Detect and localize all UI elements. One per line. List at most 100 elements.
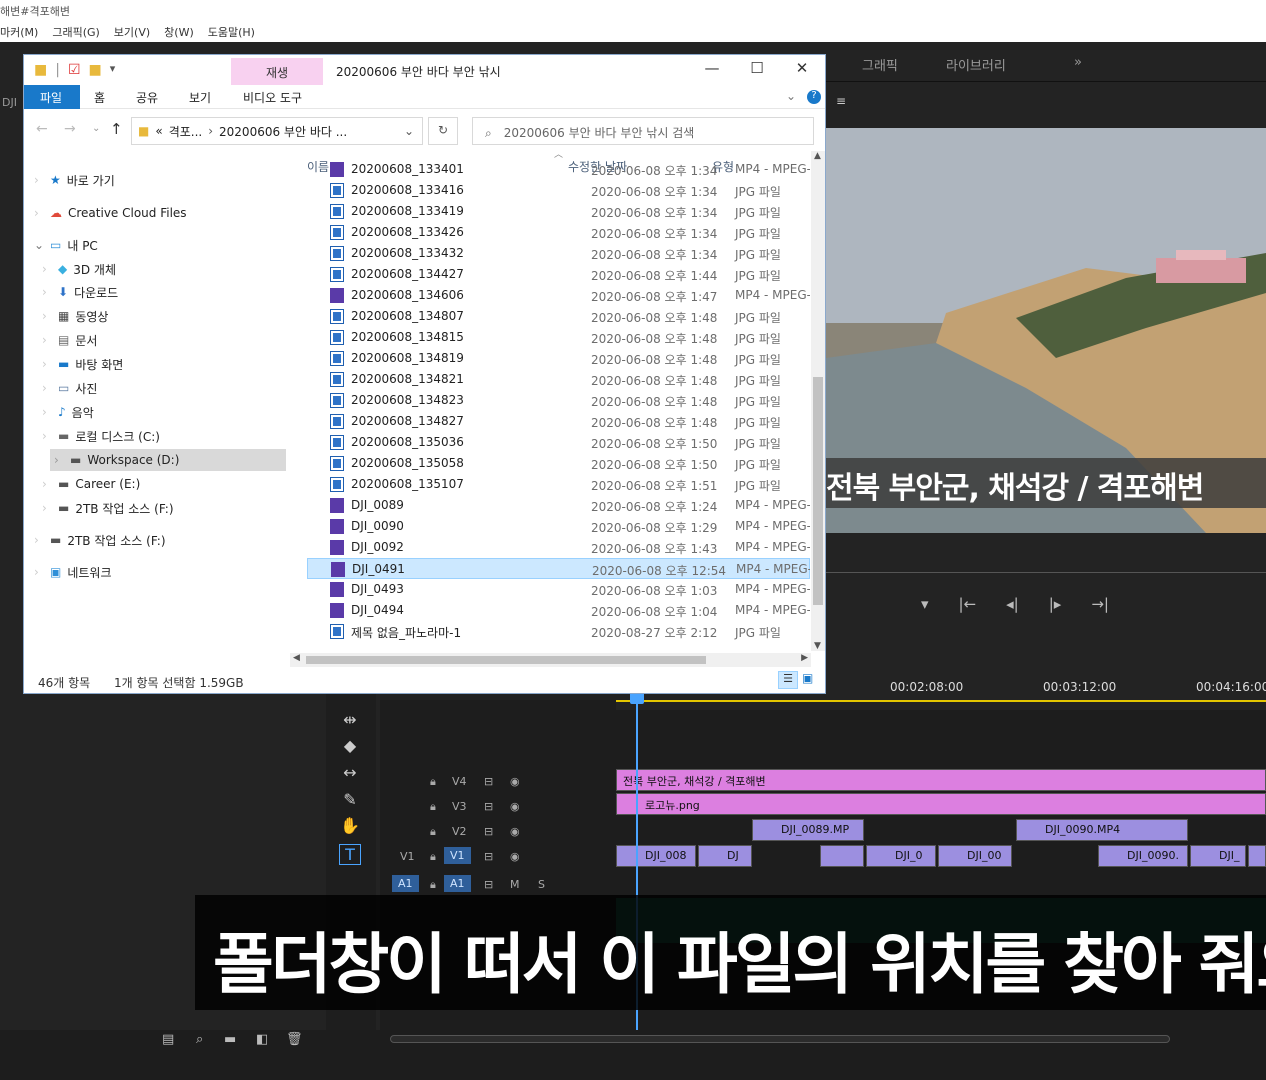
clip-v1[interactable]: DJI_0 [866,845,936,867]
track-name[interactable]: V1 [444,847,471,864]
file-row[interactable]: 20200608_134606 2020-06-08 오후 1:47 MP4 - M… [307,285,810,306]
nav-downloads[interactable]: › ⬇ 다운로드 [42,281,118,303]
menu-graphics[interactable]: 그래픽(G) [52,24,99,42]
menu-marker[interactable]: 마커(M) [0,24,38,42]
step-back-icon[interactable]: ◂| [1006,595,1019,625]
eye-icon[interactable]: ◉ [510,850,520,863]
menu-window[interactable]: 창(W) [164,24,194,42]
menu-help[interactable]: 도움말(H) [208,24,255,42]
nav-career-e[interactable]: › ▬ Career (E:) [42,473,140,495]
file-row[interactable]: DJI_0493 2020-06-08 오후 1:03 MP4 - MPEG-4 .… [307,579,810,600]
search-input[interactable]: ⌕ 20200606 부안 바다 부안 낚시 검색 [472,117,814,145]
expand-icon[interactable]: › [34,206,44,220]
expand-icon[interactable]: › [42,262,52,276]
expand-icon[interactable]: › [34,533,44,547]
refresh-icon[interactable]: ↻ [428,117,458,145]
breadcrumb-parent[interactable]: 격포... [169,123,203,140]
file-row[interactable]: DJI_0494 2020-06-08 오후 1:04 MP4 - MPEG-4 .… [307,600,810,621]
file-row[interactable]: DJI_0089 2020-06-08 오후 1:24 MP4 - MPEG-4 .… [307,495,810,516]
file-row[interactable]: 제목 없음_파노라마-1 2020-08-27 오후 2:12 JPG 파일 [307,621,810,642]
file-row[interactable]: 20200608_134821 2020-06-08 오후 1:48 JPG 파일 [307,369,810,390]
source-patch-a1[interactable]: A1 [392,875,419,892]
vertical-scroll-thumb[interactable] [813,377,823,605]
mute-icon[interactable]: M [510,878,520,891]
file-row[interactable]: 20200608_133432 2020-06-08 오후 1:34 JPG 파일 [307,243,810,264]
file-row[interactable]: 20200608_134823 2020-06-08 오후 1:48 JPG 파일 [307,390,810,411]
go-to-in-icon[interactable]: |← [959,595,977,625]
context-tab-play[interactable]: 재생 [231,58,323,85]
sync-icon[interactable]: ⊟ [484,878,493,891]
panel-menu-icon[interactable]: ≡ [836,94,846,108]
details-view-icon[interactable]: ☰ [778,671,798,689]
nav-workspace-d[interactable]: › ▬ Workspace (D:) [50,449,286,471]
hand-icon[interactable]: ✋ [339,816,361,835]
collapse-icon[interactable]: ⌄ [34,238,44,252]
more-workspaces-icon[interactable]: » [1074,55,1082,70]
tab-video-tools[interactable]: 비디오 도구 [243,89,302,106]
nav-quick-access[interactable]: › ★ 바로 가기 [34,169,115,191]
clip-v1[interactable]: DJI_00 [938,845,1012,867]
expand-icon[interactable]: › [42,429,52,443]
track-select-icon[interactable]: ⇹ [339,710,361,729]
nav-3d-objects[interactable]: › ◆ 3D 개체 [42,258,116,280]
file-row[interactable]: 20200608_134807 2020-06-08 오후 1:48 JPG 파일 [307,306,810,327]
eye-icon[interactable]: ◉ [510,800,520,813]
file-row[interactable]: 20200608_133401 2020-06-08 오후 1:34 MP4 - M… [307,159,810,180]
eye-icon[interactable]: ◉ [510,825,520,838]
clip-v1[interactable]: DJI_0090. [1098,845,1188,867]
type-tool-icon[interactable]: T [339,844,361,865]
properties-icon[interactable]: ☑ [68,62,81,78]
tab-view[interactable]: 보기 [189,89,211,106]
forward-icon[interactable]: → [64,121,76,137]
horizontal-scroll-thumb[interactable] [306,656,706,664]
horizontal-scrollbar[interactable]: ◀ ▶ [290,653,811,667]
close-icon[interactable]: ✕ [782,59,822,77]
file-row[interactable]: 20200608_133419 2020-06-08 오후 1:34 JPG 파일 [307,201,810,222]
help-icon[interactable]: ? [807,90,821,104]
file-row[interactable]: DJI_0090 2020-06-08 오후 1:29 MP4 - MPEG-4 .… [307,516,810,537]
maximize-icon[interactable]: ☐ [737,59,777,77]
eye-icon[interactable]: ◉ [510,775,520,788]
nav-desktop[interactable]: › ▬ 바탕 화면 [42,353,123,375]
list-view-icon[interactable]: ▤ [162,1032,174,1047]
scroll-up-icon[interactable]: ▲ [814,151,821,161]
vertical-scrollbar[interactable]: ▲ ▼ [811,151,825,651]
lock-icon[interactable]: 🔒︎ [430,775,436,789]
new-bin-icon[interactable]: ▬ [224,1032,236,1047]
nav-network[interactable]: › ▣ 네트워크 [34,561,112,583]
nav-documents[interactable]: › ▤ 문서 [42,329,97,351]
menu-view[interactable]: 보기(V) [114,24,150,42]
sync-icon[interactable]: ⊟ [484,800,493,813]
file-row[interactable]: 20200608_134819 2020-06-08 오후 1:48 JPG 파일 [307,348,810,369]
clip-title[interactable]: 전북 부안군, 채석강 / 격포해변 [616,769,1266,791]
clip-v1[interactable]: DJI_ [1190,845,1246,867]
clip-v1[interactable]: DJ [698,845,752,867]
expand-icon[interactable]: › [42,501,52,515]
expand-icon[interactable]: › [34,565,44,579]
expand-icon[interactable]: › [42,333,52,347]
large-icons-view-icon[interactable]: ▣ [802,671,813,685]
nav-music[interactable]: › ♪ 음악 [42,401,94,423]
scroll-right-icon[interactable]: ▶ [801,653,808,663]
file-row[interactable]: 20200608_134827 2020-06-08 오후 1:48 JPG 파일 [307,411,810,432]
expand-icon[interactable]: › [50,453,60,467]
back-icon[interactable]: ← [36,121,48,137]
file-row[interactable]: DJI_0092 2020-06-08 오후 1:43 MP4 - MPEG-4 .… [307,537,810,558]
clip-dji-0090-v2[interactable]: DJI_0090.MP4 [1016,819,1188,841]
clip-v1[interactable] [820,845,864,867]
expand-icon[interactable]: › [42,405,52,419]
marker-icon[interactable]: ▾ [921,595,929,625]
step-forward-icon[interactable]: |▸ [1049,595,1062,625]
sync-icon[interactable]: ⊟ [484,850,493,863]
lock-icon[interactable]: 🔒︎ [430,850,436,864]
program-scrub-ruler[interactable] [826,572,1266,580]
tab-libraries[interactable]: 라이브러리 [946,55,1006,74]
nav-pictures[interactable]: › ▭ 사진 [42,377,97,399]
clip-dji-0089-v2[interactable]: DJI_0089.MP [752,819,864,841]
address-bar[interactable]: ■ « 격포... › 20200606 부안 바다 ... ⌄ [131,117,423,145]
new-folder-icon[interactable]: ■ [89,62,102,78]
nav-local-disk-c[interactable]: › ▬ 로컬 디스크 (C:) [42,425,160,447]
source-patch-v1[interactable]: V1 [400,850,415,863]
timeline-ruler[interactable] [616,700,1266,710]
new-item-icon[interactable]: ◧ [256,1032,268,1047]
